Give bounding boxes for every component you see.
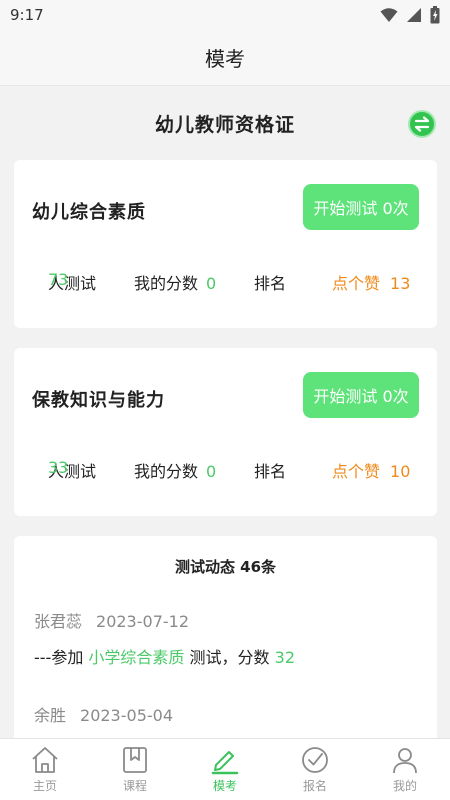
activity-card: 测试动态 46条 张君蕊 2023-07-12 ---参加 小学综合素质 测试，分… <box>14 536 437 738</box>
activity-head: 张君蕊 2023-07-12 <box>34 608 424 632</box>
home-icon <box>32 747 58 773</box>
tab-label: 课程 <box>122 779 147 793</box>
exam-stats: 73 人测试 我的分数 0 排名 点个赞 13 <box>14 270 437 294</box>
status-time: 9:17 <box>10 6 44 24</box>
check-circle-icon <box>302 747 328 773</box>
status-bar: 9:17 <box>0 0 450 30</box>
wifi-icon <box>380 8 398 22</box>
activity-item: 张君蕊 2023-07-12 ---参加 小学综合素质 测试，分数 32 <box>34 608 424 668</box>
tab-register[interactable]: 报名 <box>270 739 360 800</box>
exam-card: 保教知识与能力 开始测试 0次 33 人测试 我的分数 0 排名 点个赞 10 <box>14 348 437 516</box>
exam-stats: 33 人测试 我的分数 0 排名 点个赞 10 <box>14 458 437 482</box>
activity-date: 2023-07-12 <box>96 612 189 631</box>
test-people-count: 73 人测试 <box>48 270 97 293</box>
certificate-title: 幼儿教师资格证 <box>154 114 295 136</box>
app-header: 模考 <box>0 30 450 86</box>
activity-score: 32 <box>274 648 295 667</box>
tab-label: 主页 <box>32 779 57 793</box>
activity-head: 余胜 2023-05-04 <box>34 702 424 726</box>
tab-label: 报名 <box>302 779 327 793</box>
exam-card: 幼儿综合素质 开始测试 0次 73 人测试 我的分数 0 排名 点个赞 13 <box>14 160 437 328</box>
start-test-button[interactable]: 开始测试 0次 <box>303 372 419 418</box>
person-icon <box>393 748 417 774</box>
activity-user: 张君蕊 <box>34 612 83 631</box>
tab-label: 模考 <box>212 779 237 793</box>
like-button[interactable]: 点个赞 13 <box>332 270 410 294</box>
my-score: 我的分数 0 <box>134 274 217 293</box>
exam-name: 保教知识与能力 <box>32 390 165 411</box>
activity-item: 余胜 2023-05-04 <box>34 702 424 726</box>
pencil-icon <box>211 751 239 775</box>
page-title: 模考 <box>205 47 245 71</box>
activity-date: 2023-05-04 <box>80 706 173 725</box>
tab-home[interactable]: 主页 <box>0 739 90 800</box>
rank-link[interactable]: 排名 <box>254 270 286 294</box>
my-score: 我的分数 0 <box>134 462 217 481</box>
signal-icon <box>407 8 421 22</box>
switch-certificate-button[interactable] <box>408 110 436 138</box>
tab-mine[interactable]: 我的 <box>360 739 450 800</box>
test-people-count: 33 人测试 <box>48 458 97 481</box>
main-content[interactable]: 幼儿教师资格证 幼儿综合素质 开始测试 0次 73 人测试 我的分数 0 排名 点个… <box>0 86 450 738</box>
activity-title: 测试动态 46条 <box>174 558 277 576</box>
bottom-tab-bar: 主页 课程 模考 报名 我的 <box>0 738 450 800</box>
tab-courses[interactable]: 课程 <box>90 739 180 800</box>
battery-icon <box>430 6 440 24</box>
activity-subject: 小学综合素质 <box>88 648 185 667</box>
tab-label: 我的 <box>392 779 417 793</box>
activity-user: 余胜 <box>34 706 67 725</box>
status-icons <box>380 6 440 24</box>
start-test-button[interactable]: 开始测试 0次 <box>303 184 419 230</box>
bookmark-icon <box>123 747 147 773</box>
rank-link[interactable]: 排名 <box>254 458 286 482</box>
exam-name: 幼儿综合素质 <box>32 202 146 223</box>
like-button[interactable]: 点个赞 10 <box>332 458 410 482</box>
tab-mock-exam[interactable]: 模考 <box>180 739 270 800</box>
activity-detail: ---参加 小学综合素质 测试，分数 32 <box>34 648 295 667</box>
swap-icon <box>414 116 430 132</box>
